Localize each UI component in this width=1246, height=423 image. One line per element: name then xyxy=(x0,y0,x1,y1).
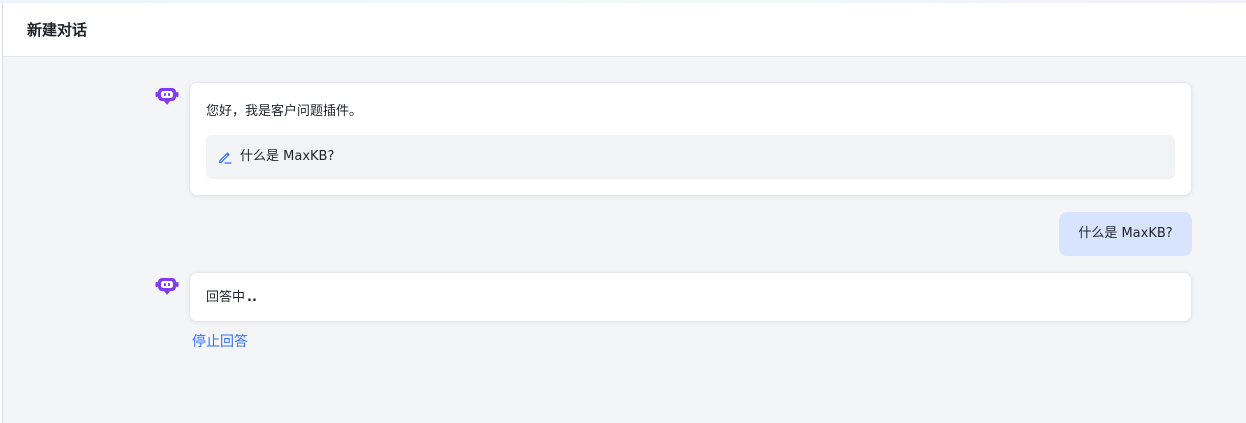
user-message-text: 什么是 MaxKB? xyxy=(1078,226,1173,241)
suggested-question-label: 什么是 MaxKB? xyxy=(240,149,335,164)
user-message-bubble: 什么是 MaxKB? xyxy=(1059,212,1192,256)
pencil-icon xyxy=(218,149,232,164)
answer-status: 回答中.. xyxy=(206,289,257,307)
assistant-answer-bubble: 回答中.. xyxy=(189,272,1192,322)
robot-icon xyxy=(155,276,179,298)
stop-answer-button[interactable]: 停止回答 xyxy=(192,332,248,352)
page-title: 新建对话 xyxy=(27,21,88,39)
assistant-greeting-bubble: 您好，我是客户问题插件。 什么是 MaxKB? xyxy=(189,82,1192,196)
loading-dots: .. xyxy=(247,290,257,305)
robot-icon xyxy=(155,86,179,108)
chat-header: 新建对话 xyxy=(3,3,1246,57)
greeting-text: 您好，我是客户问题插件。 xyxy=(206,104,363,119)
suggested-question-button[interactable]: 什么是 MaxKB? xyxy=(206,135,1175,179)
answer-status-label: 回答中 xyxy=(206,290,246,305)
